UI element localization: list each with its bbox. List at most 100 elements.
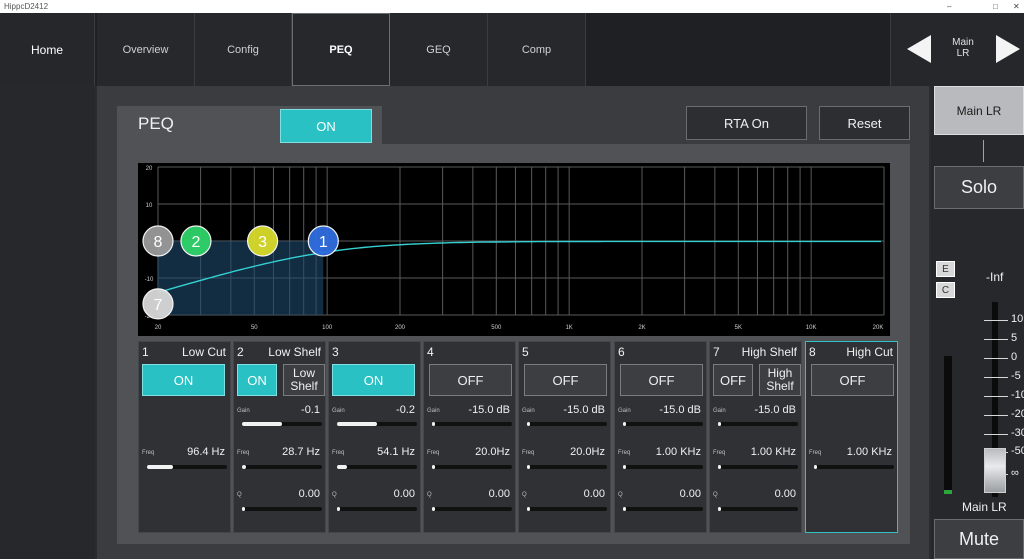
tab-geq[interactable]: GEQ xyxy=(390,13,488,86)
gain-slider[interactable] xyxy=(718,422,798,426)
x-tick-label: 20 xyxy=(155,325,162,331)
freq-slider-fill xyxy=(242,465,246,469)
band-8: 8 High Cut OFF Freq 1.00 KHz xyxy=(805,341,898,533)
q-slider-fill xyxy=(337,507,340,511)
link-indicator xyxy=(983,140,984,162)
filter-type-button[interactable]: Low Shelf xyxy=(283,364,325,396)
close-button[interactable]: ✕ xyxy=(1013,0,1020,13)
freq-value: 20.0Hz xyxy=(475,446,510,458)
fader-handle[interactable] xyxy=(984,448,1006,493)
peq-enable-button[interactable]: ON xyxy=(280,109,372,143)
fader-scale-label: 5 xyxy=(1011,332,1018,344)
band-type-label: High Cut xyxy=(846,345,893,359)
band-enable-button[interactable]: ON xyxy=(332,364,415,396)
band-number: 4 xyxy=(427,345,434,359)
gain-value: -0.2 xyxy=(396,404,415,416)
tab-comp[interactable]: Comp xyxy=(488,13,586,86)
tab-peq[interactable]: PEQ xyxy=(292,13,390,86)
eq-node-label: 7 xyxy=(154,297,163,314)
q-label: Q xyxy=(522,492,527,498)
band-enable-button[interactable]: OFF xyxy=(713,364,753,396)
next-channel-icon[interactable] xyxy=(996,35,1020,63)
eq-node-label: 1 xyxy=(319,234,328,251)
minimize-button[interactable]: – xyxy=(947,0,951,13)
eq-graph[interactable]: 20100-10-2020501002005001K2K5K10K20K8231… xyxy=(138,163,890,336)
freq-slider[interactable] xyxy=(242,465,322,469)
band-enable-button[interactable]: ON xyxy=(237,364,277,396)
eq-graph-canvas[interactable]: 20100-10-2020501002005001K2K5K10K20K8231… xyxy=(138,163,890,336)
freq-slider[interactable] xyxy=(337,465,417,469)
filter-type-text: High Shelf xyxy=(766,366,794,393)
gain-slider[interactable] xyxy=(242,422,322,426)
freq-slider[interactable] xyxy=(527,465,607,469)
freq-value: 1.00 KHz xyxy=(846,446,892,458)
fader-scale-label: -30 xyxy=(1011,427,1024,439)
gain-value: -15.0 dB xyxy=(754,404,796,416)
reset-button[interactable]: Reset xyxy=(819,106,910,140)
rta-button[interactable]: RTA On xyxy=(686,106,807,140)
filter-type-button[interactable]: High Shelf xyxy=(759,364,801,396)
main-lr-button[interactable]: Main LR xyxy=(934,86,1024,135)
q-slider-fill xyxy=(623,507,626,511)
e-button[interactable]: E xyxy=(936,261,955,277)
band-type-label: Low Shelf xyxy=(268,345,321,359)
gain-slider-fill xyxy=(718,422,721,426)
q-value: 0.00 xyxy=(393,488,415,500)
q-slider[interactable] xyxy=(623,507,703,511)
band-number: 8 xyxy=(809,345,816,359)
q-slider[interactable] xyxy=(432,507,512,511)
maximize-button[interactable]: □ xyxy=(993,0,998,13)
gain-slider[interactable] xyxy=(432,422,512,426)
q-slider[interactable] xyxy=(527,507,607,511)
band-enable-button[interactable]: OFF xyxy=(811,364,894,396)
x-tick-label: 5K xyxy=(735,325,742,331)
previous-channel-icon[interactable] xyxy=(907,35,931,63)
freq-slider-fill xyxy=(527,465,530,469)
band-enable-button[interactable]: OFF xyxy=(524,364,607,396)
x-tick-label: 500 xyxy=(491,325,502,331)
left-strip xyxy=(0,86,95,559)
window-titlebar: HippcD2412 xyxy=(0,0,1024,13)
q-slider-fill xyxy=(527,507,530,511)
x-tick-label: 200 xyxy=(395,325,406,331)
gain-slider[interactable] xyxy=(337,422,417,426)
band-2: 2 Low Shelf ON Low Shelf Gain -0.1 Freq 2… xyxy=(233,341,326,533)
solo-button[interactable]: Solo xyxy=(934,166,1024,209)
gain-slider[interactable] xyxy=(623,422,703,426)
freq-value: 1.00 KHz xyxy=(655,446,701,458)
tab-home[interactable]: Home xyxy=(0,13,95,86)
band-enable-button[interactable]: ON xyxy=(142,364,225,396)
gain-value: -15.0 dB xyxy=(659,404,701,416)
q-slider[interactable] xyxy=(718,507,798,511)
freq-slider[interactable] xyxy=(147,465,227,469)
freq-slider[interactable] xyxy=(432,465,512,469)
freq-slider[interactable] xyxy=(718,465,798,469)
q-slider[interactable] xyxy=(242,507,322,511)
freq-label: Freq xyxy=(427,450,440,456)
x-tick-label: 1K xyxy=(565,325,572,331)
mute-button[interactable]: Mute xyxy=(934,519,1024,559)
freq-label: Freq xyxy=(522,450,535,456)
band-3: 3 ON Gain -0.2 Freq 54.1 Hz Q 0.00 xyxy=(328,341,421,533)
freq-slider[interactable] xyxy=(814,465,894,469)
x-tick-label: 20K xyxy=(873,325,884,331)
q-slider-fill xyxy=(432,507,435,511)
fader-scale-label: 0 xyxy=(1011,351,1018,363)
tab-overview[interactable]: Overview xyxy=(97,13,195,86)
gain-slider-fill xyxy=(432,422,435,426)
band-4: 4 OFF Gain -15.0 dB Freq 20.0Hz Q 0.00 xyxy=(423,341,516,533)
tab-config[interactable]: Config xyxy=(195,13,292,86)
band-enable-button[interactable]: OFF xyxy=(429,364,512,396)
q-label: Q xyxy=(332,492,337,498)
band-enable-button[interactable]: OFF xyxy=(620,364,703,396)
band-number: 1 xyxy=(142,345,149,359)
fader-scale-label: ∞ xyxy=(1011,467,1019,479)
gain-slider-fill xyxy=(623,422,626,426)
fader-scale-label: -20 xyxy=(1011,408,1024,420)
freq-slider[interactable] xyxy=(623,465,703,469)
fader-scale-tick xyxy=(984,396,1008,397)
c-button[interactable]: C xyxy=(936,282,955,298)
band-number: 6 xyxy=(618,345,625,359)
gain-slider[interactable] xyxy=(527,422,607,426)
q-slider[interactable] xyxy=(337,507,417,511)
